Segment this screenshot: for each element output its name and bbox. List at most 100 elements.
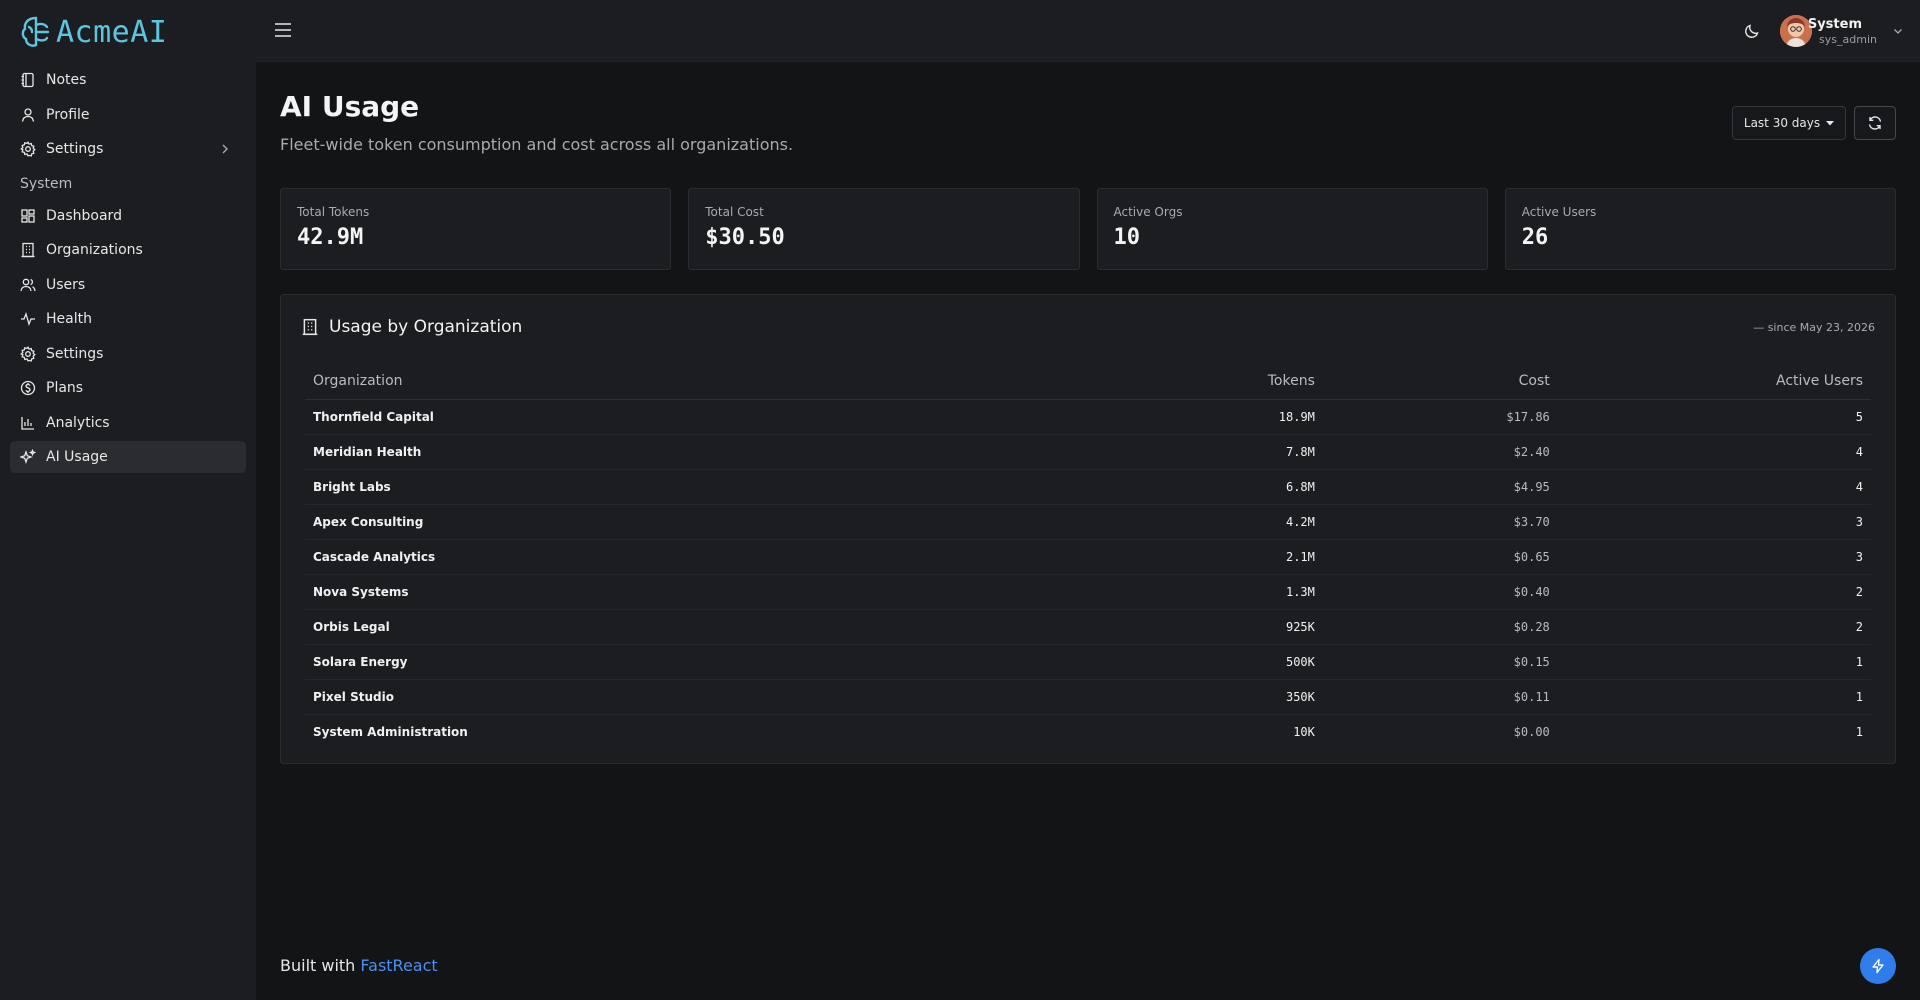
cell-organization: Nova Systems [305, 574, 995, 610]
fastreact-link[interactable]: FastReact [360, 956, 437, 975]
sidebar-item-label: Plans [46, 380, 84, 396]
bar-chart-icon [21, 416, 34, 430]
quick-action-button[interactable] [1860, 948, 1896, 984]
cell-organization: System Administration [313, 724, 468, 739]
user-name: System [1807, 17, 1862, 32]
stats-row: Total Tokens 42.9M Total Cost $30.50 Act… [280, 188, 1896, 270]
cell-tokens: 10K [1293, 724, 1315, 739]
table-row[interactable]: System Administration 10K $0.00 1 [305, 714, 1871, 749]
sidebar-item-notes[interactable]: Notes [10, 64, 246, 96]
cell-organization: Bright Labs [305, 469, 995, 505]
table-row[interactable]: Pixel Studio 350K $0.11 1 [305, 679, 1871, 715]
cell-organization: Pixel Studio [305, 679, 995, 715]
table-row[interactable]: Bright Labs 6.8M $4.95 4 [305, 469, 1871, 505]
sidebar-item-label: Profile [46, 106, 90, 123]
date-range-select[interactable]: Last 30 days [1732, 106, 1846, 140]
activity-icon [21, 312, 35, 326]
table-header-row: Organization Tokens Cost Active Users [305, 363, 1871, 400]
sidebar-item-health[interactable]: Health [10, 303, 246, 335]
cell-active-users: 4 [1557, 434, 1871, 470]
cell-organization: Apex Consulting [305, 504, 995, 540]
sidebar-item-plans[interactable]: Plans [10, 372, 246, 404]
sidebar-item-label: Organizations [46, 242, 143, 258]
users-icon [20, 278, 36, 291]
cell-active-users: 4 [1557, 469, 1871, 505]
usage-since-date: — since May 23, 2026 [1753, 321, 1875, 334]
sidebar-item-label: Notes [46, 72, 87, 88]
table-row[interactable]: Thornfield Capital 18.9M $17.86 5 [305, 399, 1871, 435]
chevron-right-icon [222, 144, 228, 154]
cell-tokens: 2.1M [994, 539, 1323, 575]
cell-cost: $4.95 [1322, 469, 1558, 505]
cell-active-users: 3 [1557, 539, 1871, 575]
lightning-icon [1872, 958, 1884, 974]
sidebar-item-label: Dashboard [46, 207, 122, 224]
page-subtitle: Fleet-wide token consumption and cost ac… [280, 135, 794, 154]
sidebar-item-users[interactable]: Users [10, 269, 246, 301]
cell-cost: $0.00 [1513, 724, 1550, 739]
cell-active-users: 3 [1557, 504, 1871, 540]
table-row[interactable]: Orbis Legal 925K $0.28 2 [305, 609, 1871, 645]
cell-cost: $0.15 [1322, 644, 1558, 680]
gear-icon [20, 345, 36, 362]
cell-active-users: 1 [1557, 679, 1871, 715]
cell-cost: $0.40 [1322, 574, 1558, 610]
cell-cost: $2.40 [1322, 434, 1558, 470]
column-header-tokens[interactable]: Tokens [994, 363, 1323, 400]
column-header-cost[interactable]: Cost [1322, 363, 1558, 400]
moon-icon[interactable] [1744, 23, 1760, 39]
sidebar-item-ai-usage[interactable]: AI Usage [10, 441, 246, 473]
stat-label: Total Cost [705, 205, 764, 219]
table-row[interactable]: Nova Systems 1.3M $0.40 2 [305, 574, 1871, 610]
stat-label: Total Tokens [297, 205, 370, 219]
sidebar-item-analytics[interactable]: Analytics [10, 407, 246, 439]
cell-tokens: 350K [994, 679, 1323, 715]
column-header-organization[interactable]: Organization [305, 363, 995, 400]
building-icon [302, 318, 318, 336]
sidebar-item-system-settings[interactable]: Settings [10, 338, 246, 370]
sidebar: AcmeAI Notes Profile Settings System Das… [0, 0, 256, 1000]
table-row[interactable]: Apex Consulting 4.2M $3.70 3 [305, 504, 1871, 540]
hamburger-menu-icon[interactable] [274, 22, 292, 38]
sidebar-item-label: Users [46, 276, 86, 293]
cell-tokens: 500K [994, 644, 1323, 680]
sidebar-item-profile[interactable]: Profile [10, 99, 246, 131]
sidebar-item-organizations[interactable]: Organizations [10, 234, 246, 266]
user-icon [21, 107, 35, 122]
cell-active-users: 2 [1557, 609, 1871, 645]
sidebar-nav: Notes Profile Settings System Dashboard … [10, 64, 246, 476]
table-row[interactable]: Meridian Health 7.8M $2.40 4 [305, 434, 1871, 470]
cell-tokens: 1.3M [994, 574, 1323, 610]
cell-organization: Thornfield Capital [305, 399, 995, 435]
gear-icon [20, 141, 36, 157]
sidebar-item-dashboard[interactable]: Dashboard [10, 200, 246, 232]
brand-name: AcmeAI [56, 14, 168, 50]
usage-by-organization-card: Usage by Organization — since May 23, 20… [280, 294, 1896, 764]
brain-logo-icon [21, 16, 50, 47]
sidebar-item-label: AI Usage [46, 449, 108, 465]
column-header-active-users[interactable]: Active Users [1557, 363, 1871, 400]
sidebar-item-label: Analytics [46, 414, 110, 431]
cell-tokens: 6.8M [994, 469, 1323, 505]
cell-tokens: 925K [994, 609, 1323, 645]
cell-active-users: 2 [1557, 574, 1871, 610]
cell-active-users: 1 [1557, 644, 1871, 680]
cell-tokens: 4.2M [994, 504, 1323, 540]
sidebar-item-settings[interactable]: Settings [10, 133, 246, 165]
table-row[interactable]: Solara Energy 500K $0.15 1 [305, 644, 1871, 680]
brand-logo[interactable]: AcmeAI [20, 14, 167, 50]
usage-card-header: Usage by Organization [301, 317, 522, 337]
cell-tokens: 18.9M [994, 399, 1323, 435]
stat-card-total-cost: Total Cost $30.50 [688, 188, 1080, 270]
stat-card-total-tokens: Total Tokens 42.9M [280, 188, 672, 270]
sparkles-icon [20, 449, 36, 464]
usage-table: Organization Tokens Cost Active Users Th… [305, 363, 1871, 749]
stat-value: $30.50 [705, 225, 785, 250]
table-row[interactable]: Cascade Analytics 2.1M $0.65 3 [305, 539, 1871, 575]
refresh-icon [1868, 116, 1882, 130]
chevron-down-icon[interactable] [1892, 25, 1904, 37]
stat-card-active-users: Active Users 26 [1504, 188, 1896, 270]
footer: Built with FastReact [280, 956, 438, 975]
refresh-button[interactable] [1854, 106, 1896, 140]
stat-label: Active Orgs [1113, 205, 1183, 219]
